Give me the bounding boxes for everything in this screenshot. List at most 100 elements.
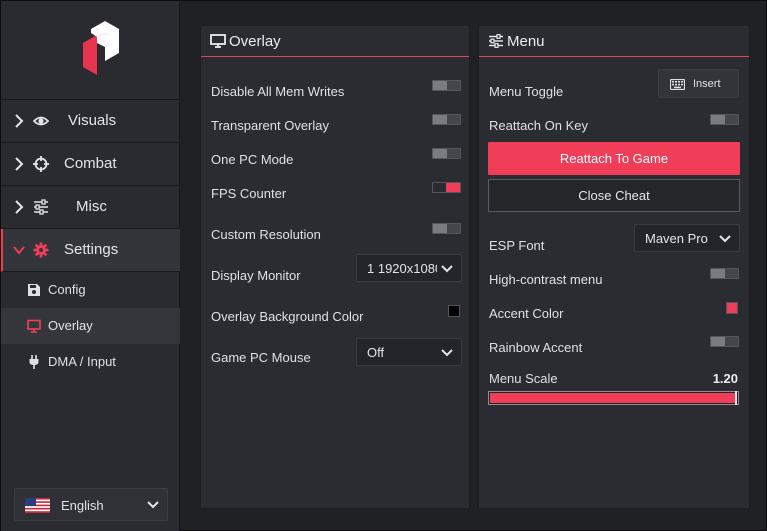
- accent-color-label: Accent Color: [489, 306, 564, 321]
- toggle-knob: [711, 115, 725, 124]
- sidebar-item-settings[interactable]: Settings: [1, 229, 180, 272]
- menu-toggle-key-button[interactable]: Insert: [658, 69, 739, 98]
- esp-font-row: ESP Font Maven Pro: [479, 224, 749, 261]
- menu-scale-handle[interactable]: [735, 391, 737, 405]
- menu-scale-fill: [490, 393, 737, 403]
- accent-color-row: Accent Color: [479, 299, 749, 329]
- one-pc-mode-row: One PC Mode: [201, 145, 469, 175]
- sliders-icon: [34, 199, 48, 215]
- monitor-icon: [27, 319, 41, 333]
- toggle-knob: [433, 149, 447, 158]
- disable-mem-writes-toggle[interactable]: [432, 80, 461, 91]
- toggle-knob: [711, 269, 725, 278]
- toggle-knob: [433, 115, 447, 124]
- keyboard-icon: [670, 79, 685, 90]
- menu-toggle-key-label: Insert: [693, 78, 721, 90]
- rainbow-accent-label: Rainbow Accent: [489, 340, 583, 355]
- sidebar-nav: Visuals Combat Misc Settings Config Over…: [1, 100, 180, 380]
- menu-panel-header: Menu: [479, 26, 749, 57]
- custom-resolution-toggle[interactable]: [432, 223, 461, 234]
- esp-font-label: ESP Font: [489, 238, 545, 253]
- rainbow-accent-toggle[interactable]: [710, 336, 739, 347]
- menu-scale-slider[interactable]: [488, 391, 739, 405]
- one-pc-mode-label: One PC Mode: [211, 152, 294, 167]
- display-monitor-select[interactable]: 1 1920x1080: [356, 254, 462, 282]
- menu-panel-title: Menu: [507, 33, 545, 50]
- sidebar-subitem-label: Overlay: [48, 318, 93, 333]
- esp-font-value: Maven Pro: [645, 231, 708, 246]
- fps-counter-row: FPS Counter: [201, 179, 469, 209]
- chevron-right-icon: [15, 114, 24, 128]
- reattach-on-key-label: Reattach On Key: [489, 118, 588, 133]
- overlay-panel: Overlay Disable All Mem Writes Transpare…: [200, 25, 470, 509]
- chevron-down-icon: [719, 235, 731, 243]
- menu-toggle-row: Menu Toggle Insert: [479, 69, 749, 107]
- overlay-panel-header: Overlay: [201, 26, 469, 57]
- game-pc-mouse-select[interactable]: Off: [356, 338, 462, 366]
- overlay-panel-title: Overlay: [229, 33, 281, 50]
- disable-mem-writes-label: Disable All Mem Writes: [211, 84, 345, 99]
- sidebar-subitem-dma-input[interactable]: DMA / Input: [1, 344, 180, 380]
- language-select[interactable]: English: [14, 488, 168, 521]
- reattach-to-game-button[interactable]: Reattach To Game: [488, 142, 740, 175]
- sidebar-item-visuals[interactable]: Visuals: [1, 100, 180, 143]
- close-cheat-button[interactable]: Close Cheat: [488, 179, 740, 212]
- menu-scale-value: 1.20: [712, 371, 738, 386]
- display-monitor-value: 1 1920x1080: [367, 261, 437, 276]
- rainbow-accent-row: Rainbow Accent: [479, 333, 749, 363]
- display-monitor-label: Display Monitor: [211, 268, 301, 283]
- one-pc-mode-toggle[interactable]: [432, 148, 461, 159]
- accent-color-swatch[interactable]: [726, 302, 738, 314]
- chevron-right-icon: [15, 200, 24, 214]
- transparent-overlay-row: Transparent Overlay: [201, 111, 469, 141]
- sidebar: Visuals Combat Misc Settings Config Over…: [1, 1, 180, 531]
- chevron-right-icon: [15, 157, 24, 171]
- high-contrast-row: High-contrast menu: [479, 265, 749, 295]
- overlay-bg-color-label: Overlay Background Color: [211, 309, 364, 324]
- sidebar-subitem-label: DMA / Input: [48, 354, 116, 369]
- overlay-bg-color-swatch[interactable]: [448, 305, 460, 317]
- toggle-knob: [433, 224, 447, 233]
- chevron-down-icon: [441, 349, 453, 357]
- crosshair-icon: [33, 156, 49, 172]
- sidebar-item-combat[interactable]: Combat: [1, 143, 180, 186]
- esp-font-select[interactable]: Maven Pro: [634, 224, 740, 252]
- eye-icon: [33, 116, 49, 126]
- language-label: English: [61, 498, 104, 513]
- reattach-on-key-row: Reattach On Key: [479, 111, 749, 141]
- game-pc-mouse-value: Off: [367, 345, 385, 360]
- menu-scale-row: Menu Scale 1.20: [479, 364, 749, 394]
- sidebar-subitem-config[interactable]: Config: [1, 272, 180, 308]
- custom-resolution-label: Custom Resolution: [211, 227, 321, 242]
- chevron-down-icon: [147, 501, 159, 509]
- display-monitor-row: Display Monitor 1 1920x1080: [201, 254, 469, 291]
- overlay-bg-color-row: Overlay Background Color: [201, 302, 469, 332]
- high-contrast-label: High-contrast menu: [489, 272, 603, 287]
- app-logo-icon: [83, 21, 119, 75]
- toggle-knob: [446, 183, 460, 192]
- toggle-knob: [433, 81, 447, 90]
- custom-resolution-row: Custom Resolution: [201, 220, 469, 250]
- sidebar-item-misc[interactable]: Misc: [1, 186, 180, 229]
- game-pc-mouse-row: Game PC Mouse Off: [201, 338, 469, 373]
- transparent-overlay-label: Transparent Overlay: [211, 118, 330, 133]
- reattach-on-key-toggle[interactable]: [710, 114, 739, 125]
- menu-toggle-label: Menu Toggle: [489, 84, 564, 99]
- fps-counter-toggle[interactable]: [432, 182, 461, 193]
- fps-counter-label: FPS Counter: [211, 186, 287, 201]
- sidebar-subitem-label: Config: [48, 282, 86, 297]
- plug-icon: [29, 355, 39, 369]
- menu-panel: Menu Menu Toggle Insert Reattach On Key …: [478, 25, 750, 509]
- toggle-knob: [711, 337, 725, 346]
- high-contrast-toggle[interactable]: [710, 268, 739, 279]
- chevron-down-icon: [13, 246, 25, 255]
- disable-mem-writes-row: Disable All Mem Writes: [201, 77, 469, 107]
- sidebar-subitem-overlay[interactable]: Overlay: [1, 308, 180, 344]
- sliders-icon: [489, 34, 503, 48]
- app-window: Visuals Combat Misc Settings Config Over…: [0, 0, 767, 531]
- game-pc-mouse-label: Game PC Mouse: [211, 350, 311, 365]
- transparent-overlay-toggle[interactable]: [432, 114, 461, 125]
- us-flag-icon: [25, 498, 50, 513]
- gear-icon: [33, 242, 49, 258]
- save-icon: [28, 284, 40, 296]
